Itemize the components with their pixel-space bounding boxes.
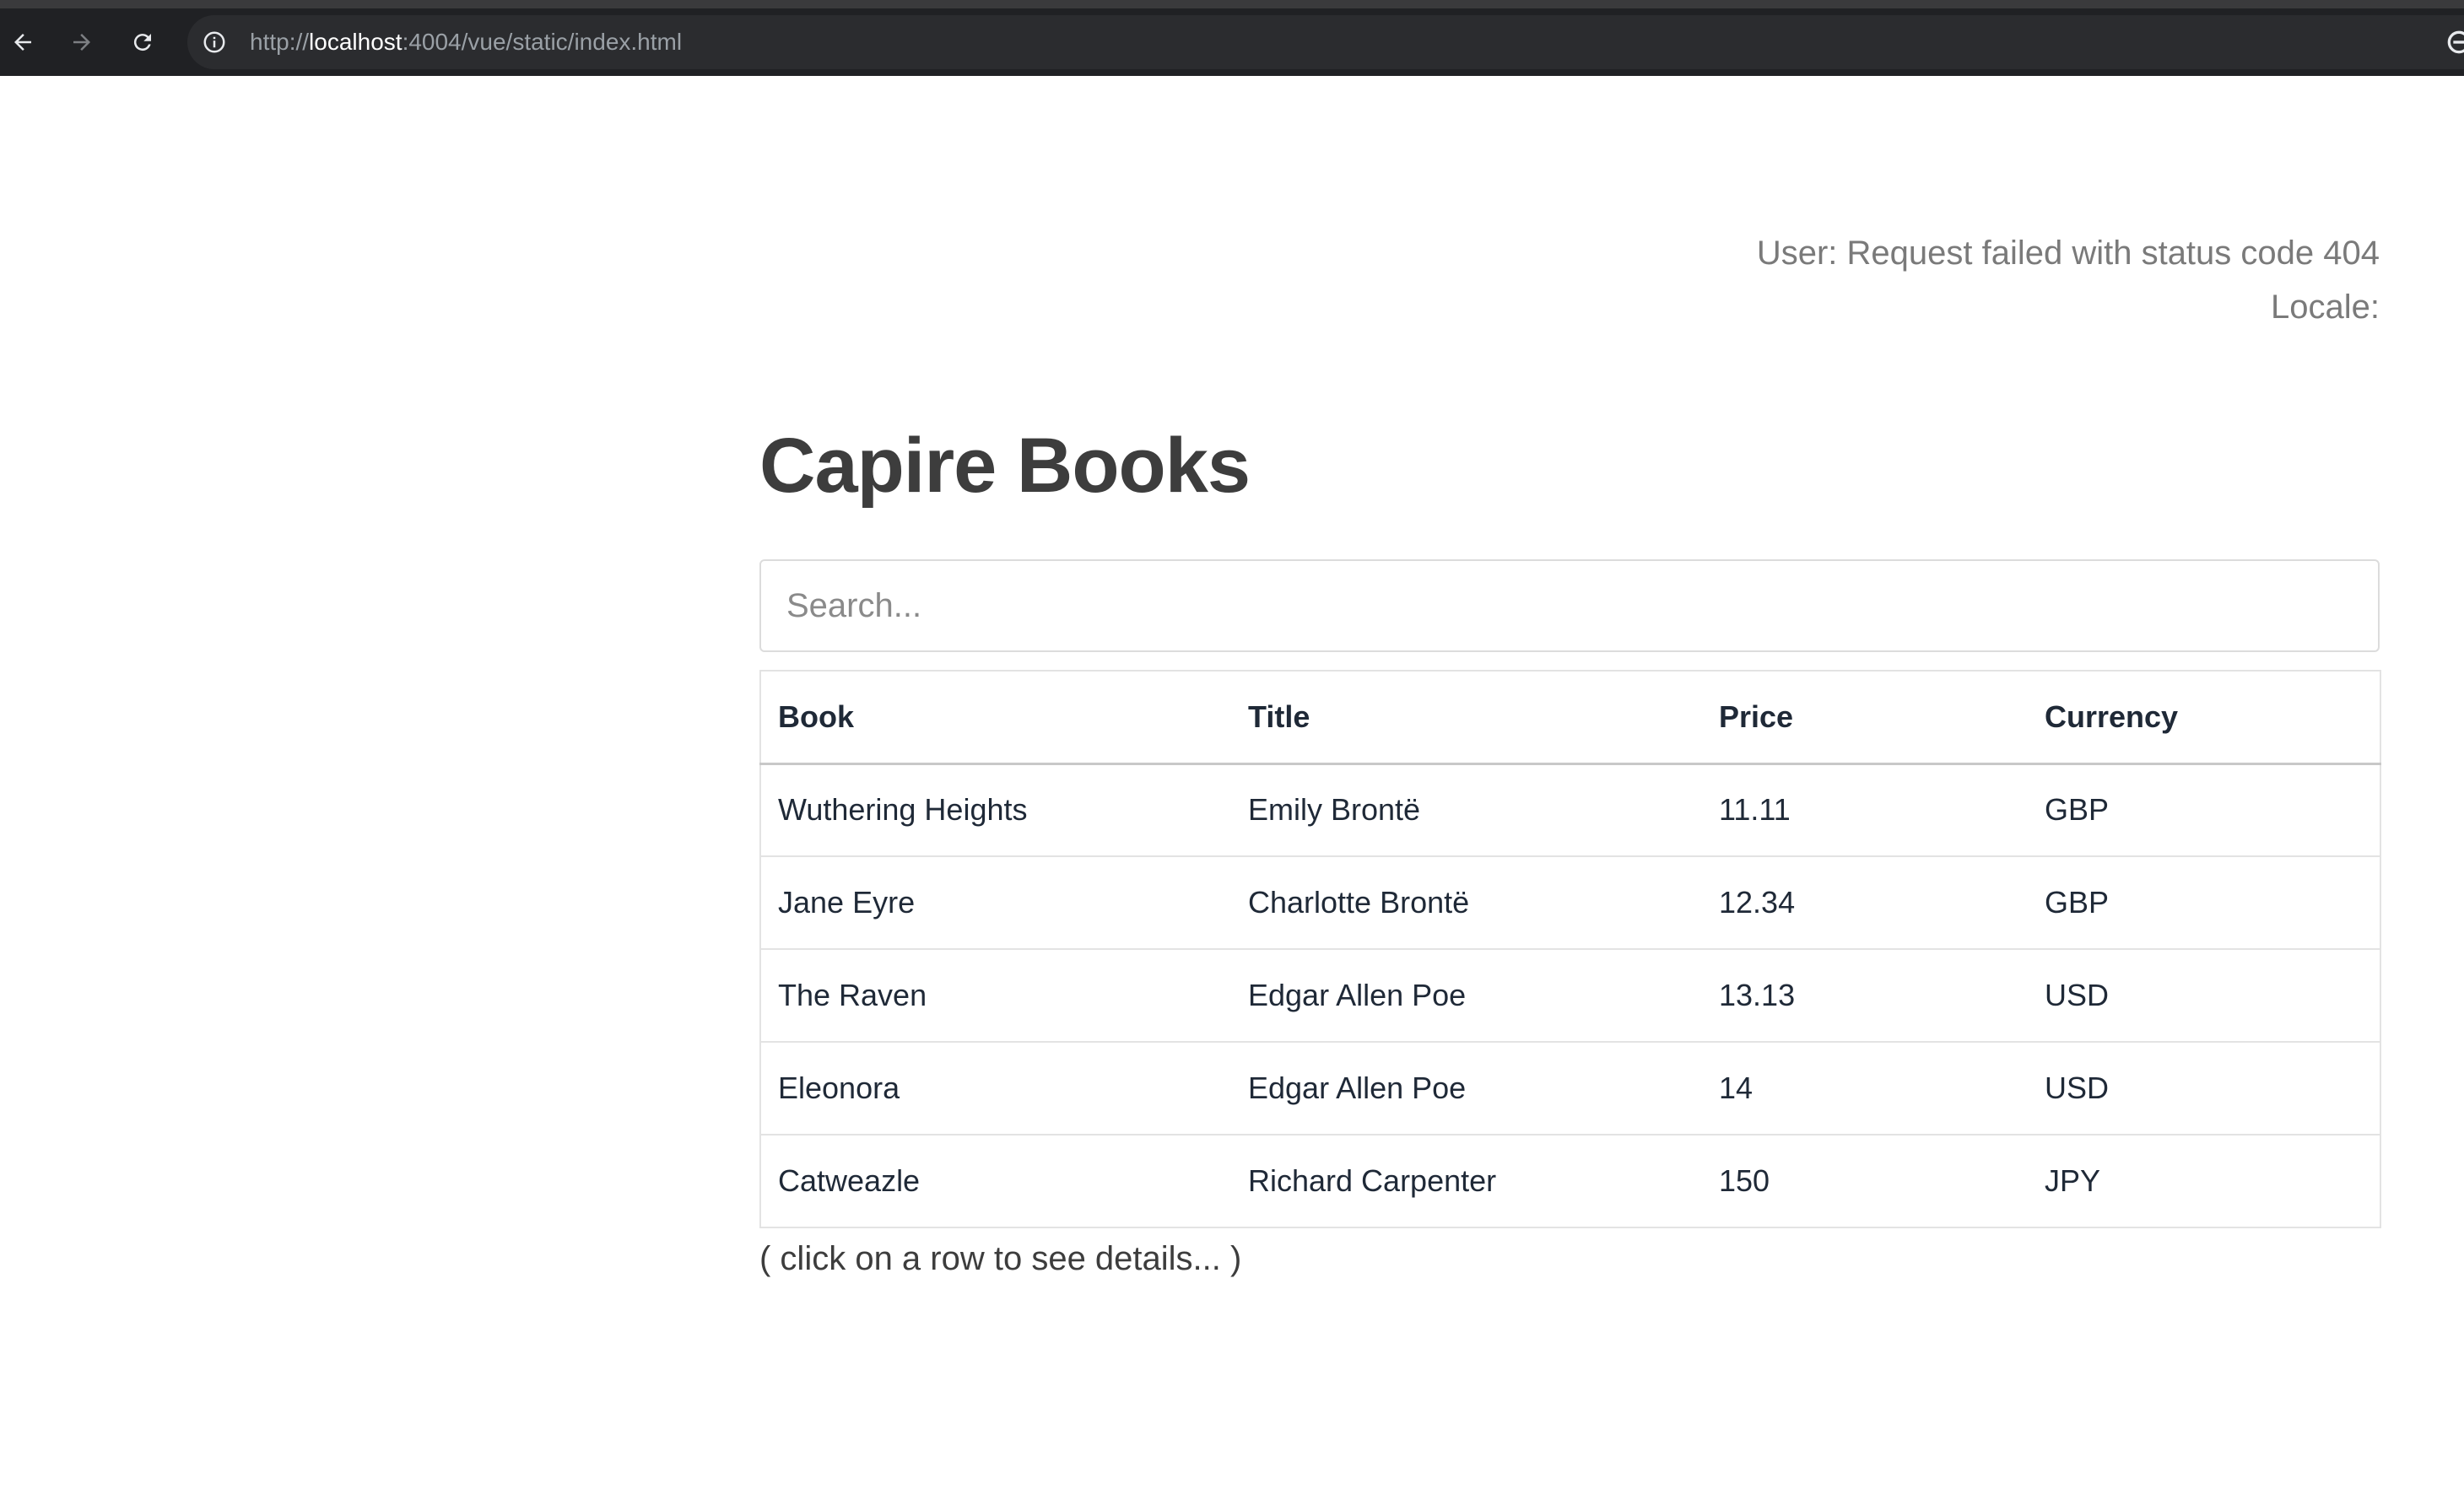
books-table: Book Title Price Currency Wuthering Heig…	[759, 670, 2381, 1228]
browser-toolbar: http://localhost:4004/vue/static/index.h…	[0, 0, 2464, 76]
table-row[interactable]: Eleonora Edgar Allen Poe 14 USD	[760, 1041, 2380, 1135]
price-cell: 11.11	[1702, 763, 2028, 856]
column-header-book: Book	[760, 671, 1231, 765]
details-hint: ( click on a row to see details... )	[759, 1240, 1242, 1277]
table-row[interactable]: The Raven Edgar Allen Poe 13.13 USD	[760, 948, 2380, 1042]
column-header-currency: Currency	[2028, 671, 2380, 765]
title-cell: Edgar Allen Poe	[1231, 1041, 1702, 1135]
forward-button[interactable]	[62, 23, 101, 62]
reload-icon	[133, 34, 151, 51]
price-cell: 150	[1702, 1134, 2028, 1227]
page-title: Capire Books	[759, 423, 1251, 509]
price-cell: 12.34	[1702, 855, 2028, 949]
book-cell: Catweazle	[760, 1134, 1231, 1227]
column-header-title: Title	[1231, 671, 1702, 765]
title-cell: Edgar Allen Poe	[1231, 948, 1702, 1042]
currency-cell: GBP	[2028, 855, 2380, 949]
arrow-right-icon	[73, 34, 90, 51]
title-cell: Charlotte Brontë	[1231, 855, 1702, 949]
currency-cell: JPY	[2028, 1134, 2380, 1227]
book-cell: Wuthering Heights	[760, 763, 1231, 856]
book-cell: The Raven	[760, 948, 1231, 1042]
title-cell: Emily Brontë	[1231, 763, 1702, 856]
table-row[interactable]: Jane Eyre Charlotte Brontë 12.34 GBP	[760, 855, 2380, 949]
search-input[interactable]	[759, 559, 2380, 652]
address-bar[interactable]: http://localhost:4004/vue/static/index.h…	[187, 15, 2464, 69]
book-cell: Jane Eyre	[760, 855, 1231, 949]
price-cell: 14	[1702, 1041, 2028, 1135]
zoom-icon[interactable]	[2442, 25, 2464, 59]
url-scheme: http://	[250, 29, 310, 55]
column-header-price: Price	[1702, 671, 2028, 765]
table-row[interactable]: Wuthering Heights Emily Brontë 11.11 GBP	[760, 763, 2380, 856]
title-cell: Richard Carpenter	[1231, 1134, 1702, 1227]
table-row[interactable]: Catweazle Richard Carpenter 150 JPY	[760, 1134, 2380, 1227]
back-button[interactable]	[3, 23, 42, 62]
info-icon[interactable]	[197, 25, 231, 59]
price-cell: 13.13	[1702, 948, 2028, 1042]
book-cell: Eleonora	[760, 1041, 1231, 1135]
url-host: localhost	[309, 29, 403, 55]
user-status-text: User: Request failed with status code 40…	[1756, 235, 2380, 272]
user-status-panel: User: Request failed with status code 40…	[1757, 226, 2380, 334]
url-path: :4004/vue/static/index.html	[402, 29, 683, 55]
currency-cell: GBP	[2028, 763, 2380, 856]
url-text[interactable]: http://localhost:4004/vue/static/index.h…	[250, 15, 682, 69]
reload-button[interactable]	[123, 23, 162, 62]
table-header-row: Book Title Price Currency	[760, 671, 2380, 765]
currency-cell: USD	[2028, 1041, 2380, 1135]
currency-cell: USD	[2028, 948, 2380, 1042]
locale-text: Locale:	[2271, 289, 2380, 326]
arrow-left-icon	[14, 34, 31, 51]
